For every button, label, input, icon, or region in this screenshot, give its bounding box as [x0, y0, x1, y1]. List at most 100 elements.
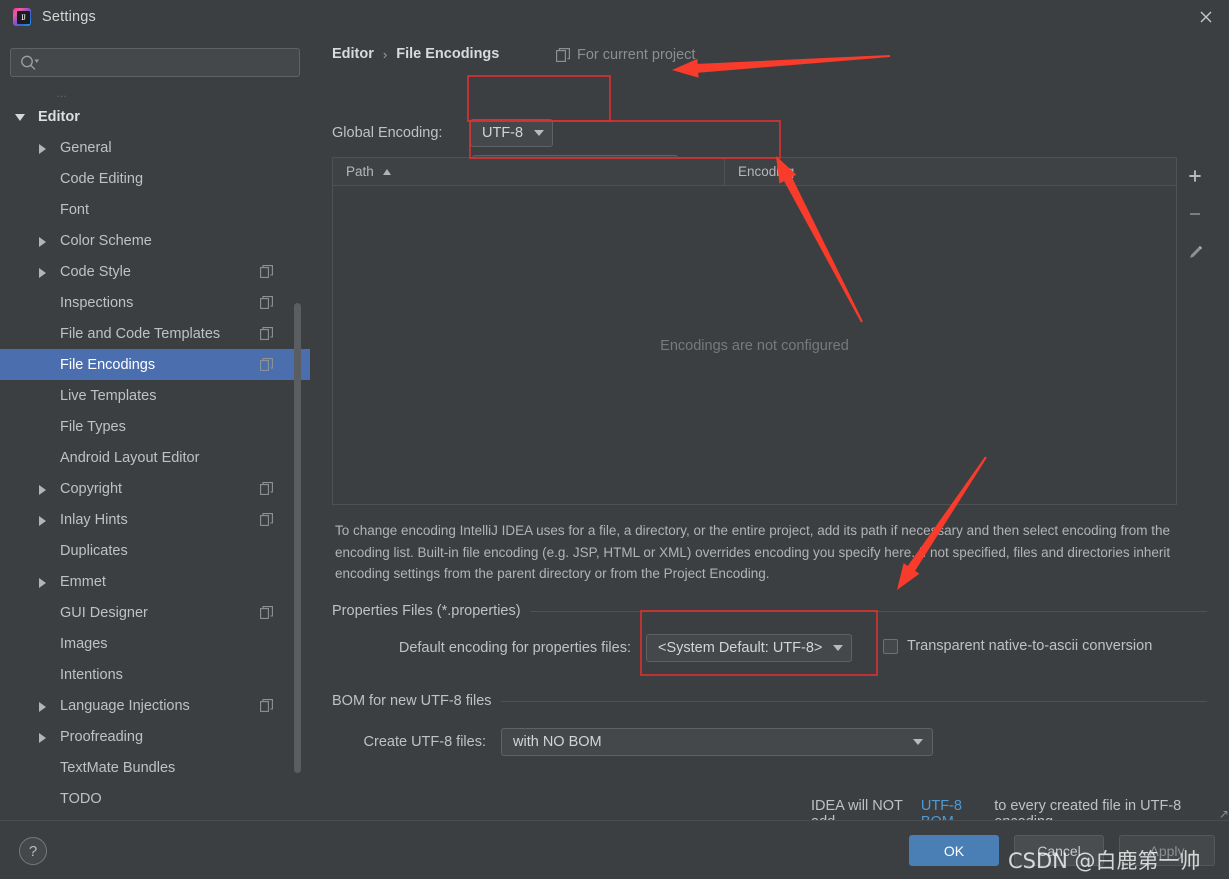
sidebar-item-images[interactable]: Images — [0, 628, 310, 659]
search-field[interactable] — [10, 48, 300, 77]
project-scope-indicator: For current project — [556, 47, 695, 63]
create-utf8-files-row: Create UTF-8 files: with NO BOM — [335, 728, 933, 756]
sidebar-item-android-layout-editor[interactable]: Android Layout Editor — [0, 442, 310, 473]
sidebar-item-file-encodings[interactable]: File Encodings — [0, 349, 310, 380]
properties-default-encoding-row: Default encoding for properties files: <… — [335, 634, 853, 662]
bom-group-title: BOM for new UTF-8 files — [332, 693, 492, 709]
column-header-encoding-label: Encoding — [738, 164, 795, 179]
ok-button[interactable]: OK — [909, 835, 999, 866]
group-divider — [529, 610, 1207, 612]
help-button[interactable]: ? — [19, 837, 47, 865]
chevron-right-icon[interactable] — [36, 141, 50, 155]
sidebar-item-label: General — [60, 139, 112, 156]
breadcrumb: Editor › File Encodings — [332, 46, 499, 62]
properties-default-encoding-value: <System Default: UTF-8> — [658, 640, 823, 656]
global-encoding-combo[interactable]: UTF-8 — [470, 119, 554, 147]
create-utf8-files-value: with NO BOM — [513, 734, 602, 750]
settings-sidebar: … Editor General Code Editing Font Color Sche… — [0, 33, 310, 820]
sidebar-item-inlay-hints[interactable]: Inlay Hints — [0, 504, 310, 535]
sidebar-item-intentions[interactable]: Intentions — [0, 659, 310, 690]
sidebar-item-label: Emmet — [60, 573, 106, 590]
remove-encoding-button[interactable] — [1177, 195, 1213, 233]
settings-dialog: IJ Settings … Editor General Code Editing Fo… — [0, 0, 1229, 879]
column-header-encoding[interactable]: Encoding — [725, 158, 794, 185]
sidebar-item-label: TextMate Bundles — [60, 759, 176, 776]
sidebar-item-label: Copyright — [60, 480, 123, 497]
edit-encoding-button[interactable] — [1177, 233, 1213, 271]
sidebar-item-editor[interactable]: Editor — [0, 101, 310, 132]
project-scope-icon — [260, 327, 273, 340]
sidebar-item-file-types[interactable]: File Types — [0, 411, 310, 442]
sidebar-item-label: Live Templates — [60, 387, 157, 404]
sidebar-item-label: Proofreading — [60, 728, 144, 745]
chevron-down-icon[interactable] — [14, 110, 28, 124]
project-scope-icon — [260, 699, 273, 712]
breadcrumb-parent[interactable]: Editor — [332, 46, 374, 62]
close-icon[interactable] — [1183, 0, 1229, 33]
create-utf8-files-label: Create UTF-8 files: — [363, 734, 486, 750]
chevron-right-icon[interactable] — [36, 699, 50, 713]
transparent-native-to-ascii-row[interactable]: Transparent native-to-ascii conversion — [883, 638, 1152, 654]
transparent-native-to-ascii-checkbox[interactable] — [883, 638, 898, 654]
encodings-description: To change encoding IntelliJ IDEA uses fo… — [335, 523, 1171, 581]
sidebar-item-general[interactable]: General — [0, 132, 310, 163]
chevron-right-icon[interactable] — [36, 265, 50, 279]
sidebar-item-label: Intentions — [60, 666, 123, 683]
sidebar-item-language-injections[interactable]: Language Injections — [0, 690, 310, 721]
sidebar-item-todo[interactable]: TODO — [0, 783, 310, 814]
column-header-path[interactable]: Path — [333, 158, 725, 185]
properties-files-group-header: Properties Files (*.properties) — [332, 603, 1207, 619]
settings-tree[interactable]: … Editor General Code Editing Font Color Sche… — [0, 87, 310, 820]
sidebar-item-label: Font — [60, 201, 90, 218]
settings-content: Editor › File Encodings For current proj… — [310, 33, 1229, 830]
sidebar-item-inspections[interactable]: Inspections — [0, 287, 310, 318]
chevron-right-icon[interactable] — [36, 575, 50, 589]
sidebar-item-code-style[interactable]: Code Style — [0, 256, 310, 287]
sidebar-item-gui-designer[interactable]: GUI Designer — [0, 597, 310, 628]
properties-default-encoding-combo[interactable]: <System Default: UTF-8> — [646, 634, 853, 662]
chevron-right-icon[interactable] — [36, 234, 50, 248]
search-input[interactable] — [10, 48, 300, 77]
sidebar-item-label: Android Layout Editor — [60, 449, 200, 466]
global-encoding-row: Global Encoding: UTF-8 — [332, 119, 554, 147]
sidebar-item-textmate-bundles[interactable]: TextMate Bundles — [0, 752, 310, 783]
sidebar-item-color-scheme[interactable]: Color Scheme — [0, 225, 310, 256]
sidebar-item-proofreading[interactable]: Proofreading — [0, 721, 310, 752]
sidebar-item-file-and-code-templates[interactable]: File and Code Templates — [0, 318, 310, 349]
sidebar-item-copyright[interactable]: Copyright — [0, 473, 310, 504]
sidebar-item-label: Images — [60, 635, 108, 652]
external-link-icon[interactable]: ↗ — [1219, 807, 1229, 821]
chevron-right-icon[interactable] — [36, 730, 50, 744]
titlebar: IJ Settings — [0, 0, 1229, 33]
encodings-table[interactable]: Path Encoding Encodings are not configur… — [332, 157, 1177, 505]
sidebar-item-live-templates[interactable]: Live Templates — [0, 380, 310, 411]
transparent-native-to-ascii-label: Transparent native-to-ascii conversion — [907, 638, 1153, 654]
chevron-right-icon[interactable] — [36, 513, 50, 527]
table-header-row: Path Encoding — [333, 158, 1176, 186]
chevron-right-icon[interactable] — [36, 482, 50, 496]
sidebar-item-duplicates[interactable]: Duplicates — [0, 535, 310, 566]
sidebar-scrollbar[interactable] — [294, 303, 301, 773]
project-scope-icon — [260, 606, 273, 619]
properties-files-group-title: Properties Files (*.properties) — [332, 603, 521, 619]
sidebar-item-font[interactable]: Font — [0, 194, 310, 225]
sidebar-item-label: File Types — [60, 418, 126, 435]
breadcrumb-current: File Encodings — [396, 46, 500, 62]
add-encoding-button[interactable] — [1177, 157, 1213, 195]
sidebar-item-code-editing[interactable]: Code Editing — [0, 163, 310, 194]
sidebar-item-label: File and Code Templates — [60, 325, 221, 342]
csdn-watermark: CSDN @白鹿第一帅 — [1008, 849, 1201, 873]
sidebar-item-emmet[interactable]: Emmet — [0, 566, 310, 597]
create-utf8-files-combo[interactable]: with NO BOM — [501, 728, 933, 756]
global-encoding-value: UTF-8 — [482, 125, 524, 141]
